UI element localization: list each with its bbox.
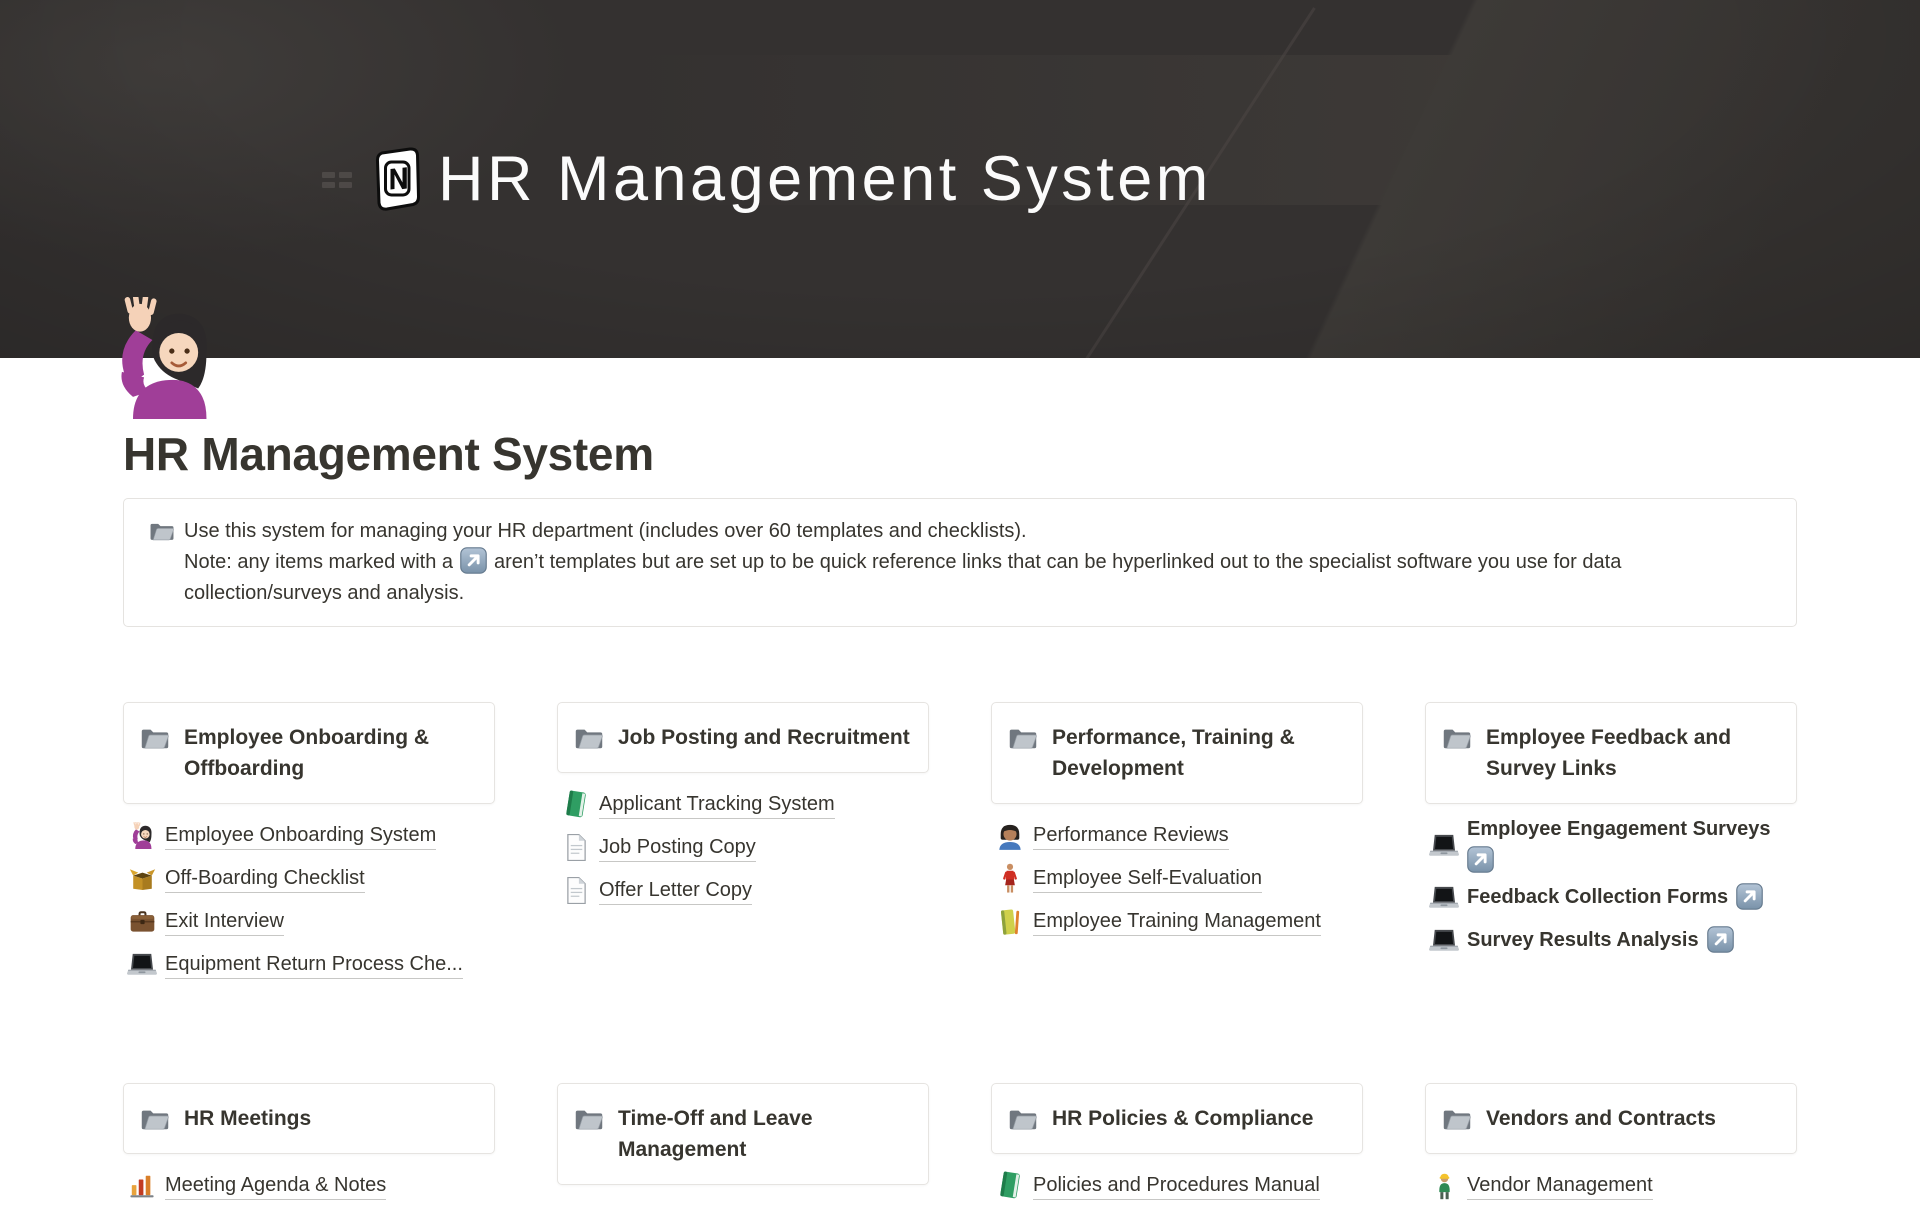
- open-folder-icon: [149, 520, 175, 543]
- category-grid-row1: Employee Onboarding & Offboarding Employ…: [123, 702, 1797, 1083]
- construction-worker-icon: [1429, 1170, 1459, 1201]
- section-employee-feedback-survey-links: Employee Feedback and Survey Links Emplo…: [1425, 702, 1797, 1083]
- green-book-icon: [995, 1171, 1025, 1200]
- link-out-arrow-icon: [1736, 883, 1763, 910]
- card-title: Employee Feedback and Survey Links: [1486, 722, 1780, 784]
- link-equipment-return-process-checklist[interactable]: Equipment Return Process Che...: [123, 943, 495, 986]
- notion-logo-icon: [372, 147, 422, 211]
- section-time-off-leave-management: Time-Off and Leave Management: [557, 1083, 929, 1207]
- cover-title-lockup: HR Management System: [372, 144, 1212, 214]
- briefcase-icon: [127, 909, 157, 934]
- link-performance-reviews[interactable]: Performance Reviews: [991, 814, 1363, 857]
- link-employee-self-evaluation[interactable]: Employee Self-Evaluation: [991, 857, 1363, 900]
- link-job-posting-copy[interactable]: Job Posting Copy: [557, 826, 929, 869]
- callout-line1: Use this system for managing your HR dep…: [184, 516, 1621, 547]
- section-employee-onboarding-offboarding: Employee Onboarding & Offboarding Employ…: [123, 702, 495, 1083]
- callout-line3: collection/surveys and analysis.: [184, 578, 1621, 609]
- page-cover: HR Management System: [0, 0, 1920, 358]
- open-folder-icon: [140, 725, 170, 752]
- link-employee-training-management[interactable]: Employee Training Management: [991, 900, 1363, 943]
- office-worker-icon: [995, 822, 1025, 850]
- bar-chart-icon: [127, 1173, 157, 1199]
- category-grid-row2: HR Meetings Meeting Agenda & Notes Time-…: [123, 1083, 1797, 1207]
- open-folder-icon: [1442, 1106, 1472, 1133]
- link-survey-results-analysis[interactable]: Survey Results Analysis: [1425, 919, 1797, 962]
- link-exit-interview[interactable]: Exit Interview: [123, 900, 495, 943]
- callout-line2: Note: any items marked with aaren’t temp…: [184, 547, 1621, 578]
- card-employee-onboarding-offboarding: Employee Onboarding & Offboarding: [123, 702, 495, 804]
- page-icon-glyph: [561, 876, 591, 905]
- woman-raising-hand-icon: [127, 822, 157, 849]
- link-out-arrow-icon: [1467, 846, 1494, 873]
- card-title: Vendors and Contracts: [1486, 1103, 1716, 1134]
- open-folder-icon: [574, 725, 604, 752]
- card-title: Time-Off and Leave Management: [618, 1103, 912, 1165]
- link-meeting-agenda-notes[interactable]: Meeting Agenda & Notes: [123, 1164, 495, 1207]
- link-employee-engagement-surveys[interactable]: Employee Engagement Surveys: [1425, 814, 1797, 876]
- callout-text: Use this system for managing your HR dep…: [184, 516, 1621, 609]
- woman-raising-hand-icon: [113, 297, 214, 419]
- laptop-icon: [127, 952, 157, 977]
- link-applicant-tracking-system[interactable]: Applicant Tracking System: [557, 783, 929, 826]
- card-title: Performance, Training & Development: [1052, 722, 1346, 784]
- open-folder-icon: [1008, 725, 1038, 752]
- link-out-arrow-icon: [1707, 926, 1734, 953]
- laptop-icon: [1429, 928, 1459, 953]
- link-feedback-collection-forms[interactable]: Feedback Collection Forms: [1425, 876, 1797, 919]
- section-performance-training-development: Performance, Training & Development Perf…: [991, 702, 1363, 1083]
- section-job-posting-recruitment: Job Posting and Recruitment Applicant Tr…: [557, 702, 929, 1083]
- card-job-posting-recruitment: Job Posting and Recruitment: [557, 702, 929, 773]
- laptop-icon: [1429, 833, 1459, 858]
- card-title: Employee Onboarding & Offboarding: [184, 722, 478, 784]
- link-off-boarding-checklist[interactable]: Off-Boarding Checklist: [123, 857, 495, 900]
- laptop-icon: [1429, 885, 1459, 910]
- section-hr-policies-compliance: HR Policies & Compliance Policies and Pr…: [991, 1083, 1363, 1207]
- card-vendors-contracts: Vendors and Contracts: [1425, 1083, 1797, 1154]
- card-hr-policies-compliance: HR Policies & Compliance: [991, 1083, 1363, 1154]
- card-title: HR Policies & Compliance: [1052, 1103, 1313, 1134]
- page-title: HR Management System: [123, 358, 1797, 486]
- link-policies-and-procedures-manual[interactable]: Policies and Procedures Manual: [991, 1164, 1363, 1207]
- open-box-icon: [127, 866, 157, 892]
- open-folder-icon: [1442, 725, 1472, 752]
- card-time-off-leave-management: Time-Off and Leave Management: [557, 1083, 929, 1185]
- cover-photo-highlight: [0, 0, 580, 260]
- section-hr-meetings: HR Meetings Meeting Agenda & Notes: [123, 1083, 495, 1207]
- link-out-arrow-icon: [460, 547, 487, 574]
- notebook-with-pen-icon: [995, 907, 1025, 937]
- info-callout: Use this system for managing your HR dep…: [123, 498, 1797, 627]
- person-in-red-icon: [995, 863, 1025, 894]
- page-icon[interactable]: [113, 297, 231, 419]
- card-title: Job Posting and Recruitment: [618, 722, 910, 753]
- cover-photo-keys: [322, 172, 352, 188]
- card-title: HR Meetings: [184, 1103, 311, 1134]
- open-folder-icon: [574, 1106, 604, 1133]
- page-icon-glyph: [561, 833, 591, 862]
- link-employee-onboarding-system[interactable]: Employee Onboarding System: [123, 814, 495, 857]
- link-offer-letter-copy[interactable]: Offer Letter Copy: [557, 869, 929, 912]
- link-vendor-management[interactable]: Vendor Management: [1425, 1164, 1797, 1207]
- open-folder-icon: [140, 1106, 170, 1133]
- card-employee-feedback-survey-links: Employee Feedback and Survey Links: [1425, 702, 1797, 804]
- card-performance-training-development: Performance, Training & Development: [991, 702, 1363, 804]
- open-folder-icon: [1008, 1106, 1038, 1133]
- green-book-icon: [561, 790, 591, 819]
- cover-title: HR Management System: [438, 144, 1212, 214]
- section-vendors-contracts: Vendors and Contracts Vendor Management: [1425, 1083, 1797, 1207]
- card-hr-meetings: HR Meetings: [123, 1083, 495, 1154]
